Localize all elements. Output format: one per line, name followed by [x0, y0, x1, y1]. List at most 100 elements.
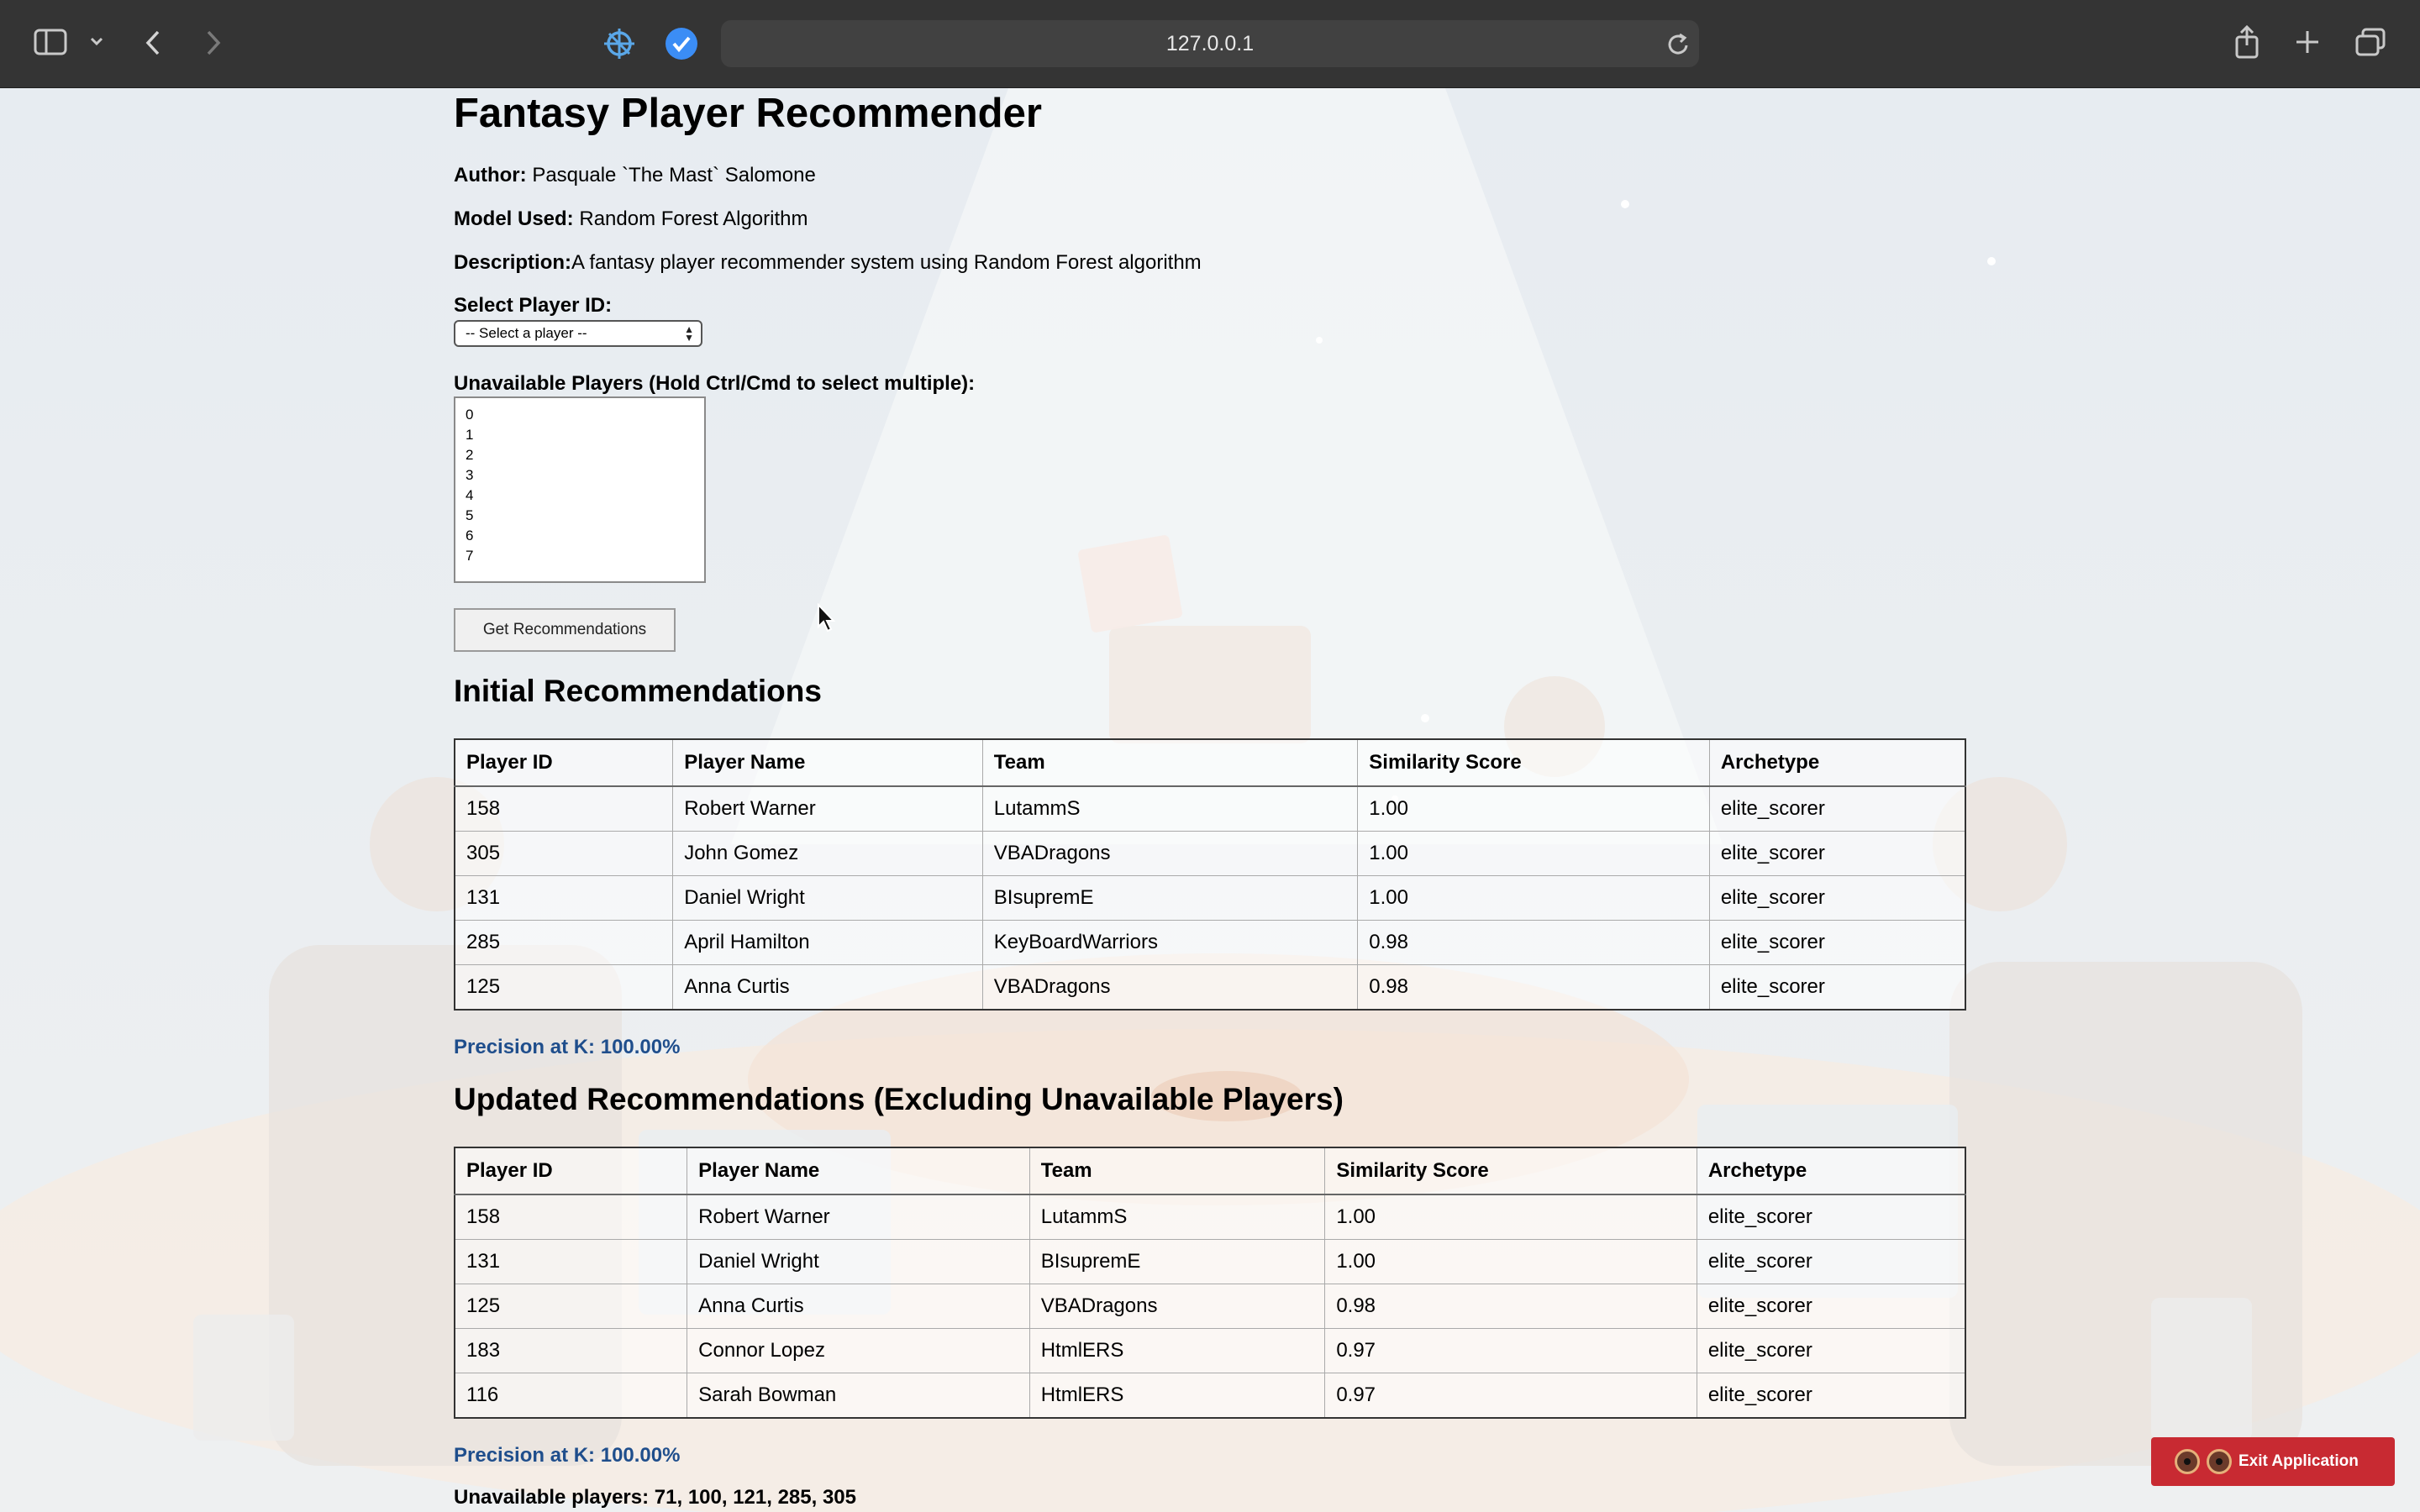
table-row: 158 Robert Warner LutammS 1.00 elite_sco…	[454, 785, 1966, 832]
listbox-option[interactable]: 4	[466, 486, 704, 506]
similarity-cell: 0.97	[1324, 1328, 1697, 1373]
archetype-cell: elite_scorer	[1708, 831, 1966, 876]
archetype-cell: elite_scorer	[1696, 1328, 1966, 1373]
player-name-cell: Connor Lopez	[687, 1328, 1030, 1373]
table-row: 305 John Gomez VBADragons 1.00 elite_sco…	[454, 831, 1966, 876]
player-id-cell: 116	[454, 1373, 688, 1419]
unavailable-players-label: Unavailable Players (Hold Ctrl/Cmd to se…	[454, 372, 976, 395]
team-cell: BIsupremE	[1028, 1239, 1326, 1284]
similarity-cell: 0.97	[1324, 1373, 1697, 1419]
model-value: Random Forest Algorithm	[579, 207, 808, 230]
column-header: Team	[1028, 1147, 1326, 1195]
initial-recommendations-table: Player ID Player Name Team Similarity Sc…	[454, 738, 1966, 1011]
team-cell: HtmlERS	[1028, 1328, 1326, 1373]
new-tab-icon[interactable]	[2294, 29, 2321, 55]
tab-overview-icon[interactable]	[2354, 27, 2386, 57]
player-name-cell: Robert Warner	[687, 1194, 1030, 1240]
archetype-cell: elite_scorer	[1708, 964, 1966, 1011]
similarity-cell: 1.00	[1324, 1239, 1697, 1284]
column-header: Similarity Score	[1357, 738, 1710, 787]
url-text: 127.0.0.1	[1165, 32, 1255, 55]
player-name-cell: Daniel Wright	[672, 875, 983, 921]
player-id-cell: 158	[454, 785, 674, 832]
player-name-cell: April Hamilton	[672, 920, 983, 965]
table-row: 183 Connor Lopez HtmlERS 0.97 elite_scor…	[454, 1328, 1966, 1373]
column-header: Team	[981, 738, 1359, 787]
player-id-cell: 285	[454, 920, 674, 965]
player-name-cell: Daniel Wright	[687, 1239, 1030, 1284]
avatar-icon	[2207, 1449, 2232, 1474]
team-cell: VBADragons	[981, 831, 1359, 876]
address-bar[interactable]: 127.0.0.1	[721, 20, 1699, 67]
table-header-row: Player ID Player Name Team Similarity Sc…	[454, 738, 1966, 787]
player-name-cell: Robert Warner	[672, 785, 983, 832]
updated-recommendations-table: Player ID Player Name Team Similarity Sc…	[454, 1147, 1966, 1419]
table-row: 158 Robert Warner LutammS 1.00 elite_sco…	[454, 1194, 1966, 1240]
reload-icon[interactable]	[1667, 32, 1691, 57]
column-header: Archetype	[1708, 738, 1966, 787]
column-header: Player ID	[454, 1147, 688, 1195]
archetype-cell: elite_scorer	[1708, 875, 1966, 921]
similarity-cell: 1.00	[1324, 1194, 1697, 1240]
verified-check-icon[interactable]	[664, 26, 699, 61]
sidebar-toggle-icon[interactable]	[34, 29, 67, 55]
get-recommendations-button[interactable]: Get Recommendations	[454, 608, 676, 652]
avatar-icon	[2175, 1449, 2200, 1474]
listbox-option[interactable]: 0	[466, 405, 704, 425]
similarity-cell: 1.00	[1357, 785, 1710, 832]
table-row: 125 Anna Curtis VBADragons 0.98 elite_sc…	[454, 1284, 1966, 1329]
share-icon[interactable]	[2233, 25, 2260, 59]
team-cell: LutammS	[981, 785, 1359, 832]
archetype-cell: elite_scorer	[1696, 1194, 1966, 1240]
listbox-option[interactable]: 5	[466, 506, 704, 526]
team-cell: HtmlERS	[1028, 1373, 1326, 1419]
table-row: 131 Daniel Wright BIsupremE 1.00 elite_s…	[454, 875, 1966, 921]
table-row: 131 Daniel Wright BIsupremE 1.00 elite_s…	[454, 1239, 1966, 1284]
column-header: Player ID	[454, 738, 674, 787]
player-id-cell: 305	[454, 831, 674, 876]
column-header: Archetype	[1696, 1147, 1966, 1195]
description-value: A fantasy player recommender system usin…	[571, 251, 1202, 274]
description-label: Description:	[454, 251, 572, 274]
description-line: Description:A fantasy player recommender…	[454, 251, 1202, 275]
team-cell: VBADragons	[981, 964, 1359, 1011]
player-id-cell: 125	[454, 1284, 688, 1329]
player-name-cell: Anna Curtis	[687, 1284, 1030, 1329]
exit-application-label: Exit Application	[2238, 1452, 2359, 1470]
player-select[interactable]: -- Select a player -- ▲ ▼	[454, 320, 702, 347]
page-title: Fantasy Player Recommender	[454, 91, 1042, 136]
listbox-option[interactable]: 3	[466, 465, 704, 486]
model-line: Model Used: Random Forest Algorithm	[454, 207, 808, 231]
archetype-cell: elite_scorer	[1708, 920, 1966, 965]
chevron-down-icon[interactable]	[89, 35, 104, 47]
column-header: Player Name	[672, 738, 983, 787]
extension-icon[interactable]	[602, 26, 637, 61]
archetype-cell: elite_scorer	[1708, 785, 1966, 832]
similarity-cell: 0.98	[1357, 920, 1710, 965]
forward-icon[interactable]	[203, 29, 224, 57]
browser-toolbar: 127.0.0.1	[0, 0, 2420, 88]
listbox-option[interactable]: 6	[466, 526, 704, 546]
listbox-option[interactable]: 2	[466, 445, 704, 465]
initial-recommendations-heading: Initial Recommendations	[454, 674, 822, 708]
player-name-cell: Sarah Bowman	[687, 1373, 1030, 1419]
player-name-cell: Anna Curtis	[672, 964, 983, 1011]
select-player-label: Select Player ID:	[454, 294, 613, 317]
listbox-option[interactable]: 1	[466, 425, 704, 445]
archetype-cell: elite_scorer	[1696, 1284, 1966, 1329]
mouse-cursor-icon	[817, 602, 837, 638]
table-row: 125 Anna Curtis VBADragons 0.98 elite_sc…	[454, 964, 1966, 1011]
column-header: Player Name	[687, 1147, 1030, 1195]
exit-application-button[interactable]: Exit Application	[2151, 1437, 2395, 1486]
table-row: 285 April Hamilton KeyBoardWarriors 0.98…	[454, 920, 1966, 965]
unavailable-players-listbox[interactable]: 0 1 2 3 4 5 6 7	[454, 396, 706, 583]
unavailable-players-summary: Unavailable players: 71, 100, 121, 285, …	[454, 1486, 856, 1509]
player-id-cell: 125	[454, 964, 674, 1011]
player-id-cell: 131	[454, 875, 674, 921]
listbox-option[interactable]: 7	[466, 546, 704, 566]
author-line: Author: Pasquale `The Mast` Salomone	[454, 164, 816, 187]
similarity-cell: 0.98	[1324, 1284, 1697, 1329]
player-id-cell: 131	[454, 1239, 688, 1284]
back-icon[interactable]	[143, 29, 163, 57]
column-header: Similarity Score	[1324, 1147, 1697, 1195]
